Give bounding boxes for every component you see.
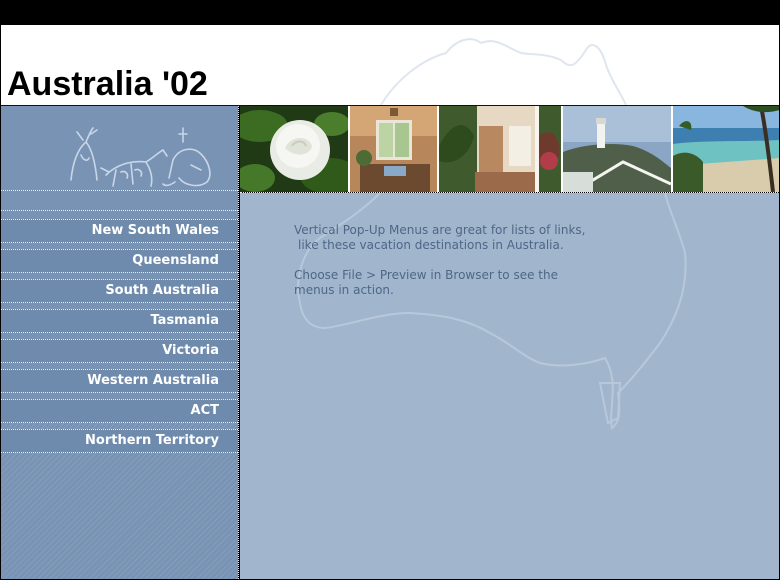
sidebar-divider xyxy=(1,190,238,191)
sidebar: New South Wales Queensland South Austral… xyxy=(1,106,238,579)
intro-line-2: like these vacation destinations in Aust… xyxy=(298,238,564,252)
page: Australia '02 New South Wales Queensland xyxy=(0,0,780,580)
sidebar-nav: New South Wales Queensland South Austral… xyxy=(1,210,238,453)
photo-strip xyxy=(240,106,780,192)
photo-interior-room xyxy=(350,106,437,192)
sidebar-item-northern-territory[interactable]: Northern Territory xyxy=(1,429,238,453)
instructions-line-1: Choose File > Preview in Browser to see … xyxy=(294,268,558,282)
sidebar-item-label[interactable]: ACT xyxy=(191,403,219,418)
sidebar-item-south-australia[interactable]: South Australia xyxy=(1,279,238,303)
top-bar xyxy=(0,0,780,25)
photo-lighthouse xyxy=(563,106,671,192)
sidebar-item-victoria[interactable]: Victoria xyxy=(1,339,238,363)
sidebar-item-tasmania[interactable]: Tasmania xyxy=(1,309,238,333)
photo-veranda xyxy=(439,106,561,192)
sidebar-item-label[interactable]: Queensland xyxy=(132,253,219,268)
instructions-line-2: menus in action. xyxy=(294,283,394,297)
site-title: Australia '02 xyxy=(7,65,208,103)
sidebar-item-label[interactable]: Victoria xyxy=(162,343,219,358)
intro-line-1: Vertical Pop-Up Menus are great for list… xyxy=(294,223,586,237)
rock-art-figures-icon xyxy=(70,127,211,187)
photo-beach xyxy=(673,106,780,192)
intro-text: Vertical Pop-Up Menus are great for list… xyxy=(294,223,624,298)
header: Australia '02 xyxy=(1,25,779,105)
sidebar-item-label[interactable]: Western Australia xyxy=(87,373,219,388)
main-content: Vertical Pop-Up Menus are great for list… xyxy=(240,193,779,579)
photo-white-rose xyxy=(240,106,348,192)
sidebar-item-new-south-wales[interactable]: New South Wales xyxy=(1,219,238,243)
sidebar-item-label[interactable]: Tasmania xyxy=(150,313,219,328)
sidebar-item-label[interactable]: Northern Territory xyxy=(85,433,219,448)
sidebar-item-queensland[interactable]: Queensland xyxy=(1,249,238,273)
sidebar-item-label[interactable]: South Australia xyxy=(105,283,219,298)
sidebar-item-western-australia[interactable]: Western Australia xyxy=(1,369,238,393)
sidebar-item-act[interactable]: ACT xyxy=(1,399,238,423)
nav-spacer xyxy=(1,210,238,219)
sidebar-item-label[interactable]: New South Wales xyxy=(92,223,219,238)
